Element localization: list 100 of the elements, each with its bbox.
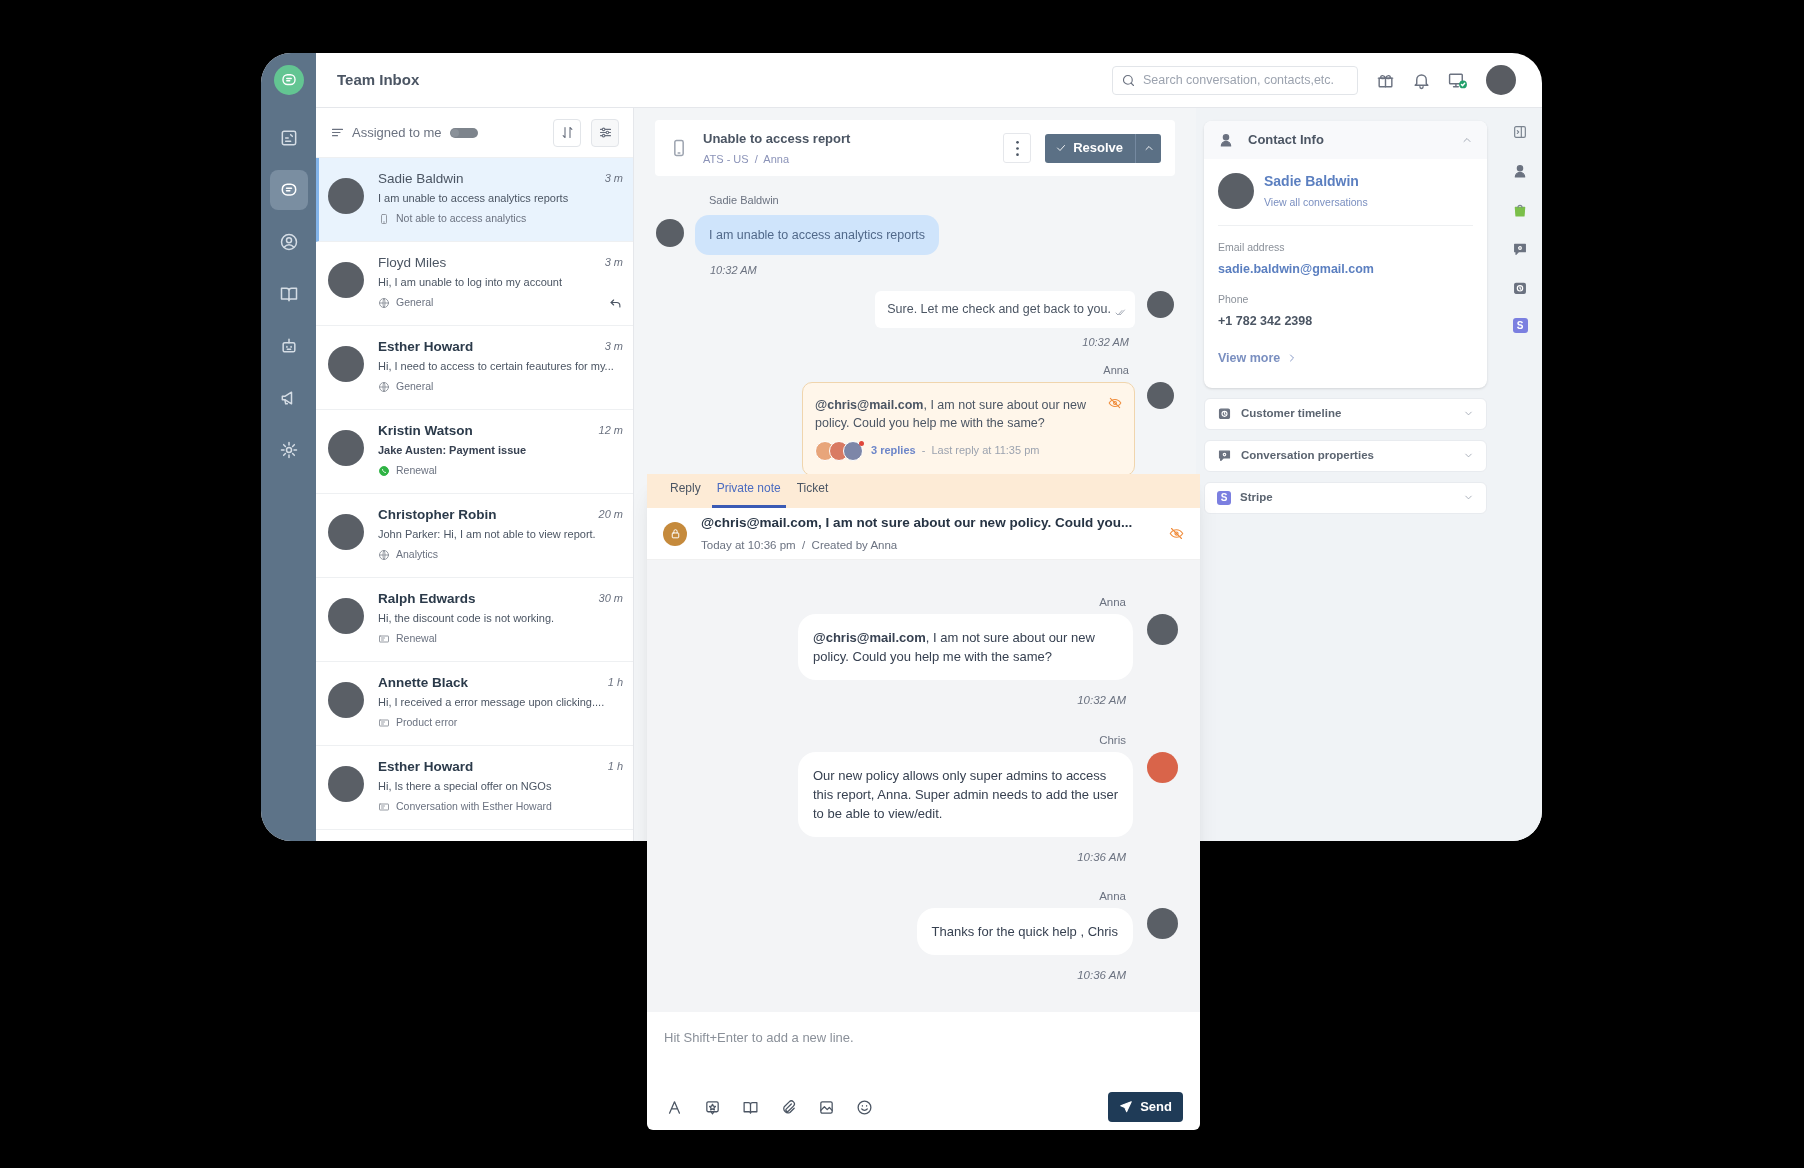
globe-icon [378, 548, 390, 561]
conversation-item[interactable]: Sadie Baldwin 3 m I am unable to access analytics reports Not able to access analytics [316, 158, 633, 242]
message-bubble: Our new policy allows only super admins to access this report, Anna. Super admin needs to add the user to be able to view/edit. [798, 751, 1133, 837]
panel-icon [1512, 124, 1528, 140]
collapsible-section[interactable]: Conversation properties [1204, 439, 1487, 472]
eye-off-icon [1108, 395, 1122, 410]
last-reply-time: - Last reply at 11:35 pm [921, 443, 1040, 459]
note-title: @chris@mail.com, I am not sure about our new policy. Could you... [701, 513, 1133, 532]
avatar [1147, 614, 1178, 646]
ticket-icon [378, 716, 390, 729]
contact-name: Sadie Baldwin [1264, 172, 1360, 191]
breadcrumb: ATS - US / Anna [703, 152, 790, 167]
sender-name: Chris [1099, 732, 1126, 748]
chat-icon [378, 464, 390, 477]
check-icon [1055, 142, 1068, 154]
page-title: Team Inbox [337, 69, 420, 90]
avatar [328, 430, 364, 466]
resolve-options-button[interactable] [1135, 133, 1161, 163]
conversation-tag: Product error [396, 715, 458, 731]
avatar [1147, 381, 1174, 409]
message-preview: Hi, Is there a special offer on NGOs [378, 779, 553, 794]
message-bubble: Sure. Let me check and get back to you. [875, 290, 1135, 328]
note-meta: Today at 10:36 pm / Created by Anna [701, 538, 899, 553]
replies-link[interactable]: 3 replies [871, 442, 916, 459]
view-conversations-link[interactable]: View all conversations [1264, 195, 1368, 211]
composer-tab[interactable]: Reply [665, 479, 706, 508]
avatar [328, 598, 364, 634]
sidebar-item[interactable] [269, 170, 308, 210]
message-bubble: Thanks for the quick help , Chris [916, 908, 1133, 956]
conversation-title: Unable to access report [703, 129, 851, 148]
conversation-item[interactable]: Ralph Edwards 30 m Hi, the discount code is not working. Renewal [316, 578, 633, 662]
filter-label[interactable]: Assigned to me [352, 122, 442, 143]
contact-name: Christopher Robin [378, 506, 497, 524]
time-label: 3 m [604, 171, 623, 186]
message-preview: Hi, the discount code is not working. [378, 611, 556, 626]
message-input[interactable]: Hit Shift+Enter to add a new line. [664, 1028, 1183, 1048]
sliders-icon [597, 125, 613, 140]
clock-icon [1512, 280, 1528, 296]
composer-tab[interactable]: Private note [711, 479, 786, 508]
user-avatar[interactable] [1486, 65, 1516, 95]
message-time: 10:32 AM [1077, 693, 1126, 709]
search-field[interactable]: Search conversation, contacts,etc. [1112, 65, 1358, 95]
conversation-item[interactable]: Christopher Robin 20 m John Parker: Hi, I am not able to view report. Analytics [316, 494, 633, 578]
book-icon [278, 284, 299, 304]
sender-name: Anna [1099, 595, 1126, 610]
filter-settings-button[interactable] [591, 118, 619, 147]
message-time: 10:32 AM [710, 263, 758, 279]
conversation-item[interactable]: Esther Howard 1 h Hi, Is there a special offer on NGOs Conversation with Esther Howard [316, 746, 633, 830]
time-label: 1 h [607, 675, 623, 690]
note-text: @chris@mail.com, I am not sure about our new policy. Could you help me with the same? [815, 396, 1088, 432]
user-icon [278, 232, 299, 252]
avatar [328, 178, 364, 214]
message-bubble: @chris@mail.com, I am not sure about our new policy. Could you help me with the same? [798, 614, 1133, 681]
field-value: +1 782 342 2398 [1218, 313, 1314, 330]
message-time: 10:36 AM [1077, 849, 1126, 865]
contact-name: Esther Howard [378, 758, 474, 776]
avatar [328, 262, 364, 298]
conversation-tag: General [396, 379, 434, 395]
collapsible-section[interactable]: Customer timeline [1204, 397, 1487, 430]
message-preview: Hi, I received a error message upon clicking.... [378, 695, 606, 710]
message-preview: John Parker: Hi, I am not able to view report. [378, 527, 597, 542]
stripe-icon: S [1217, 490, 1231, 505]
field-label: Email address [1218, 239, 1286, 255]
smiley-button[interactable] [854, 1097, 874, 1117]
panel-button[interactable] [1511, 123, 1529, 141]
avatar [1147, 908, 1178, 940]
avatar [328, 766, 364, 802]
toggle-switch[interactable] [449, 127, 478, 138]
phone-icon [378, 212, 390, 225]
collapsible-section[interactable]: S Stripe [1204, 481, 1487, 514]
stripe-button[interactable]: S [1512, 318, 1528, 333]
conversation-item[interactable]: Annette Black 1 h Hi, I received a error message upon clicking.... Product error [316, 662, 633, 746]
contact-name: Kristin Watson [378, 422, 473, 440]
message-preview: Hi, I am unable to log into my account [378, 275, 564, 290]
email-link[interactable]: sadie.baldwin@gmail.com [1218, 259, 1473, 279]
send-button[interactable]: Send [1108, 1092, 1183, 1122]
contact-info-header[interactable]: Contact Info [1204, 121, 1487, 159]
sender-name: Anna [1099, 889, 1126, 904]
eye-off-icon [1169, 526, 1184, 541]
send-icon [1119, 1100, 1134, 1114]
field-label: Phone [1218, 292, 1250, 308]
ticket-icon [378, 632, 390, 645]
app-logo[interactable] [273, 65, 304, 95]
composer-tab[interactable]: Ticket [791, 479, 834, 508]
message-bubble: I am unable to access analytics reports [695, 214, 940, 256]
conversation-item[interactable]: Kristin Watson 12 m Jake Austen: Payment issue Renewal [316, 410, 633, 494]
resolve-button[interactable]: Resolve [1045, 133, 1135, 163]
conversation-tag: Analytics [396, 547, 438, 563]
avatar [328, 346, 364, 382]
message-time: 10:36 AM [1077, 968, 1126, 984]
message-preview: I am unable to access analytics reports [378, 191, 570, 206]
image-icon [817, 1098, 835, 1116]
contact-name: Sadie Baldwin [378, 170, 464, 188]
contact-name: Annette Black [378, 674, 469, 692]
conversation-item[interactable]: Esther Howard 3 m Hi, I need to access to certain feautures for my... General [316, 326, 633, 410]
avatar [328, 514, 364, 550]
conversation-item[interactable]: Floyd Miles 3 m Hi, I am unable to log into my account General [316, 242, 633, 326]
conversation-tag: Renewal [396, 631, 437, 647]
contact-name: Esther Howard [378, 338, 474, 356]
sender-name: Anna [1103, 363, 1129, 378]
